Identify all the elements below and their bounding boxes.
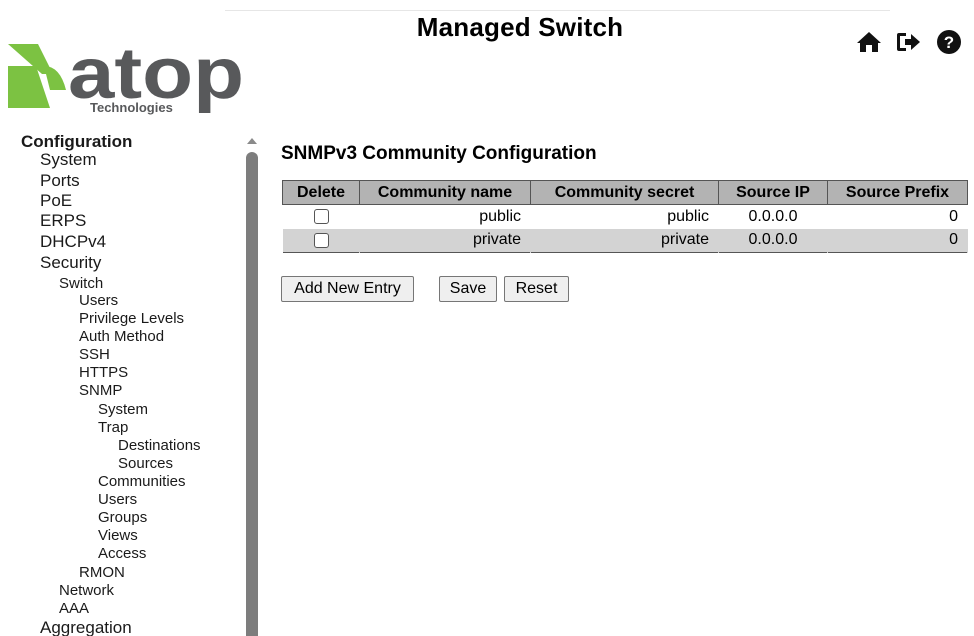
app-title: Managed Switch <box>416 12 624 42</box>
sidebar-item-system[interactable]: System <box>98 401 148 418</box>
logo-mark <box>8 44 66 108</box>
sidebar-item-users[interactable]: Users <box>79 292 118 309</box>
sidebar-section-configuration[interactable]: Configuration <box>21 132 132 152</box>
sidebar-item-destinations[interactable]: Destinations <box>118 437 201 454</box>
sidebar-item-groups[interactable]: Groups <box>98 509 147 526</box>
scroll-up-arrow[interactable] <box>247 138 257 144</box>
col-source-ip: Source IP <box>718 180 828 205</box>
community-table: Delete Community name Community secret S… <box>282 180 968 253</box>
sidebar-item-snmp[interactable]: SNMP <box>79 382 122 399</box>
help-icon[interactable]: ? <box>934 28 964 56</box>
sidebar-item-erps[interactable]: ERPS <box>40 211 86 231</box>
col-source-prefix: Source Prefix <box>827 180 968 205</box>
header-divider <box>225 10 890 11</box>
sidebar-item-system[interactable]: System <box>40 150 97 170</box>
sidebar-item-privilege-levels[interactable]: Privilege Levels <box>79 310 184 327</box>
col-community-secret: Community secret <box>530 180 719 205</box>
sidebar-item-access[interactable]: Access <box>98 545 146 562</box>
header-toolbar: ? <box>854 28 964 56</box>
source-prefix-cell: 0 <box>949 207 958 225</box>
delete-cell <box>283 205 360 229</box>
col-delete: Delete <box>282 180 360 205</box>
sidebar-item-communities[interactable]: Communities <box>98 473 186 490</box>
sidebar-item-switch[interactable]: Switch <box>59 275 103 292</box>
table-row: public public 0.0.0.0 0 <box>283 205 968 229</box>
delete-cell <box>282 228 360 253</box>
logout-icon[interactable] <box>894 28 924 56</box>
svg-text:?: ? <box>944 33 954 52</box>
sidebar-item-https[interactable]: HTTPS <box>79 364 128 381</box>
community-secret-cell: public <box>667 207 709 225</box>
delete-checkbox[interactable] <box>314 209 329 225</box>
atop-logo: atop Technologies <box>8 36 244 115</box>
sidebar-item-views[interactable]: Views <box>98 527 138 544</box>
logo-tagline: Technologies <box>90 100 173 115</box>
sidebar-item-users[interactable]: Users <box>98 491 137 508</box>
source-ip-cell: 0.0.0.0 <box>718 228 828 253</box>
add-new-entry-button[interactable]: Add New Entry <box>281 276 414 302</box>
community-name-cell: public <box>479 207 521 225</box>
sidebar-scrollbar[interactable] <box>246 152 258 636</box>
sidebar-item-ports[interactable]: Ports <box>40 171 80 191</box>
delete-checkbox[interactable] <box>314 232 329 248</box>
sidebar-item-aaa[interactable]: AAA <box>59 600 89 617</box>
source-ip-cell: 0.0.0.0 <box>748 207 798 225</box>
community-secret-cell: private <box>530 228 719 253</box>
save-button[interactable]: Save <box>439 276 497 302</box>
sidebar-item-poe[interactable]: PoE <box>40 191 72 211</box>
sidebar-item-aggregation[interactable]: Aggregation <box>40 618 132 636</box>
source-prefix-cell: 0 <box>827 228 968 253</box>
sidebar-item-rmon[interactable]: RMON <box>79 564 125 581</box>
sidebar-item-trap[interactable]: Trap <box>98 419 128 436</box>
table-header-row: Delete Community name Community secret S… <box>282 180 968 205</box>
col-community-name: Community name <box>359 180 531 205</box>
sidebar-item-sources[interactable]: Sources <box>118 455 173 472</box>
sidebar-item-dhcpv4[interactable]: DHCPv4 <box>40 232 106 252</box>
sidebar-item-ssh[interactable]: SSH <box>79 346 110 363</box>
community-name-cell: private <box>359 228 531 253</box>
table-row: private private 0.0.0.0 0 <box>282 228 968 253</box>
home-icon[interactable] <box>854 28 884 56</box>
sidebar-item-auth-method[interactable]: Auth Method <box>79 328 164 345</box>
sidebar: Configuration System Ports PoE ERPS DHCPv4 Sec… <box>0 128 262 636</box>
sidebar-item-security[interactable]: Security <box>40 253 101 273</box>
reset-button[interactable]: Reset <box>504 276 569 302</box>
sidebar-item-network[interactable]: Network <box>59 582 114 599</box>
page-title: SNMPv3 Community Configuration <box>281 143 597 164</box>
